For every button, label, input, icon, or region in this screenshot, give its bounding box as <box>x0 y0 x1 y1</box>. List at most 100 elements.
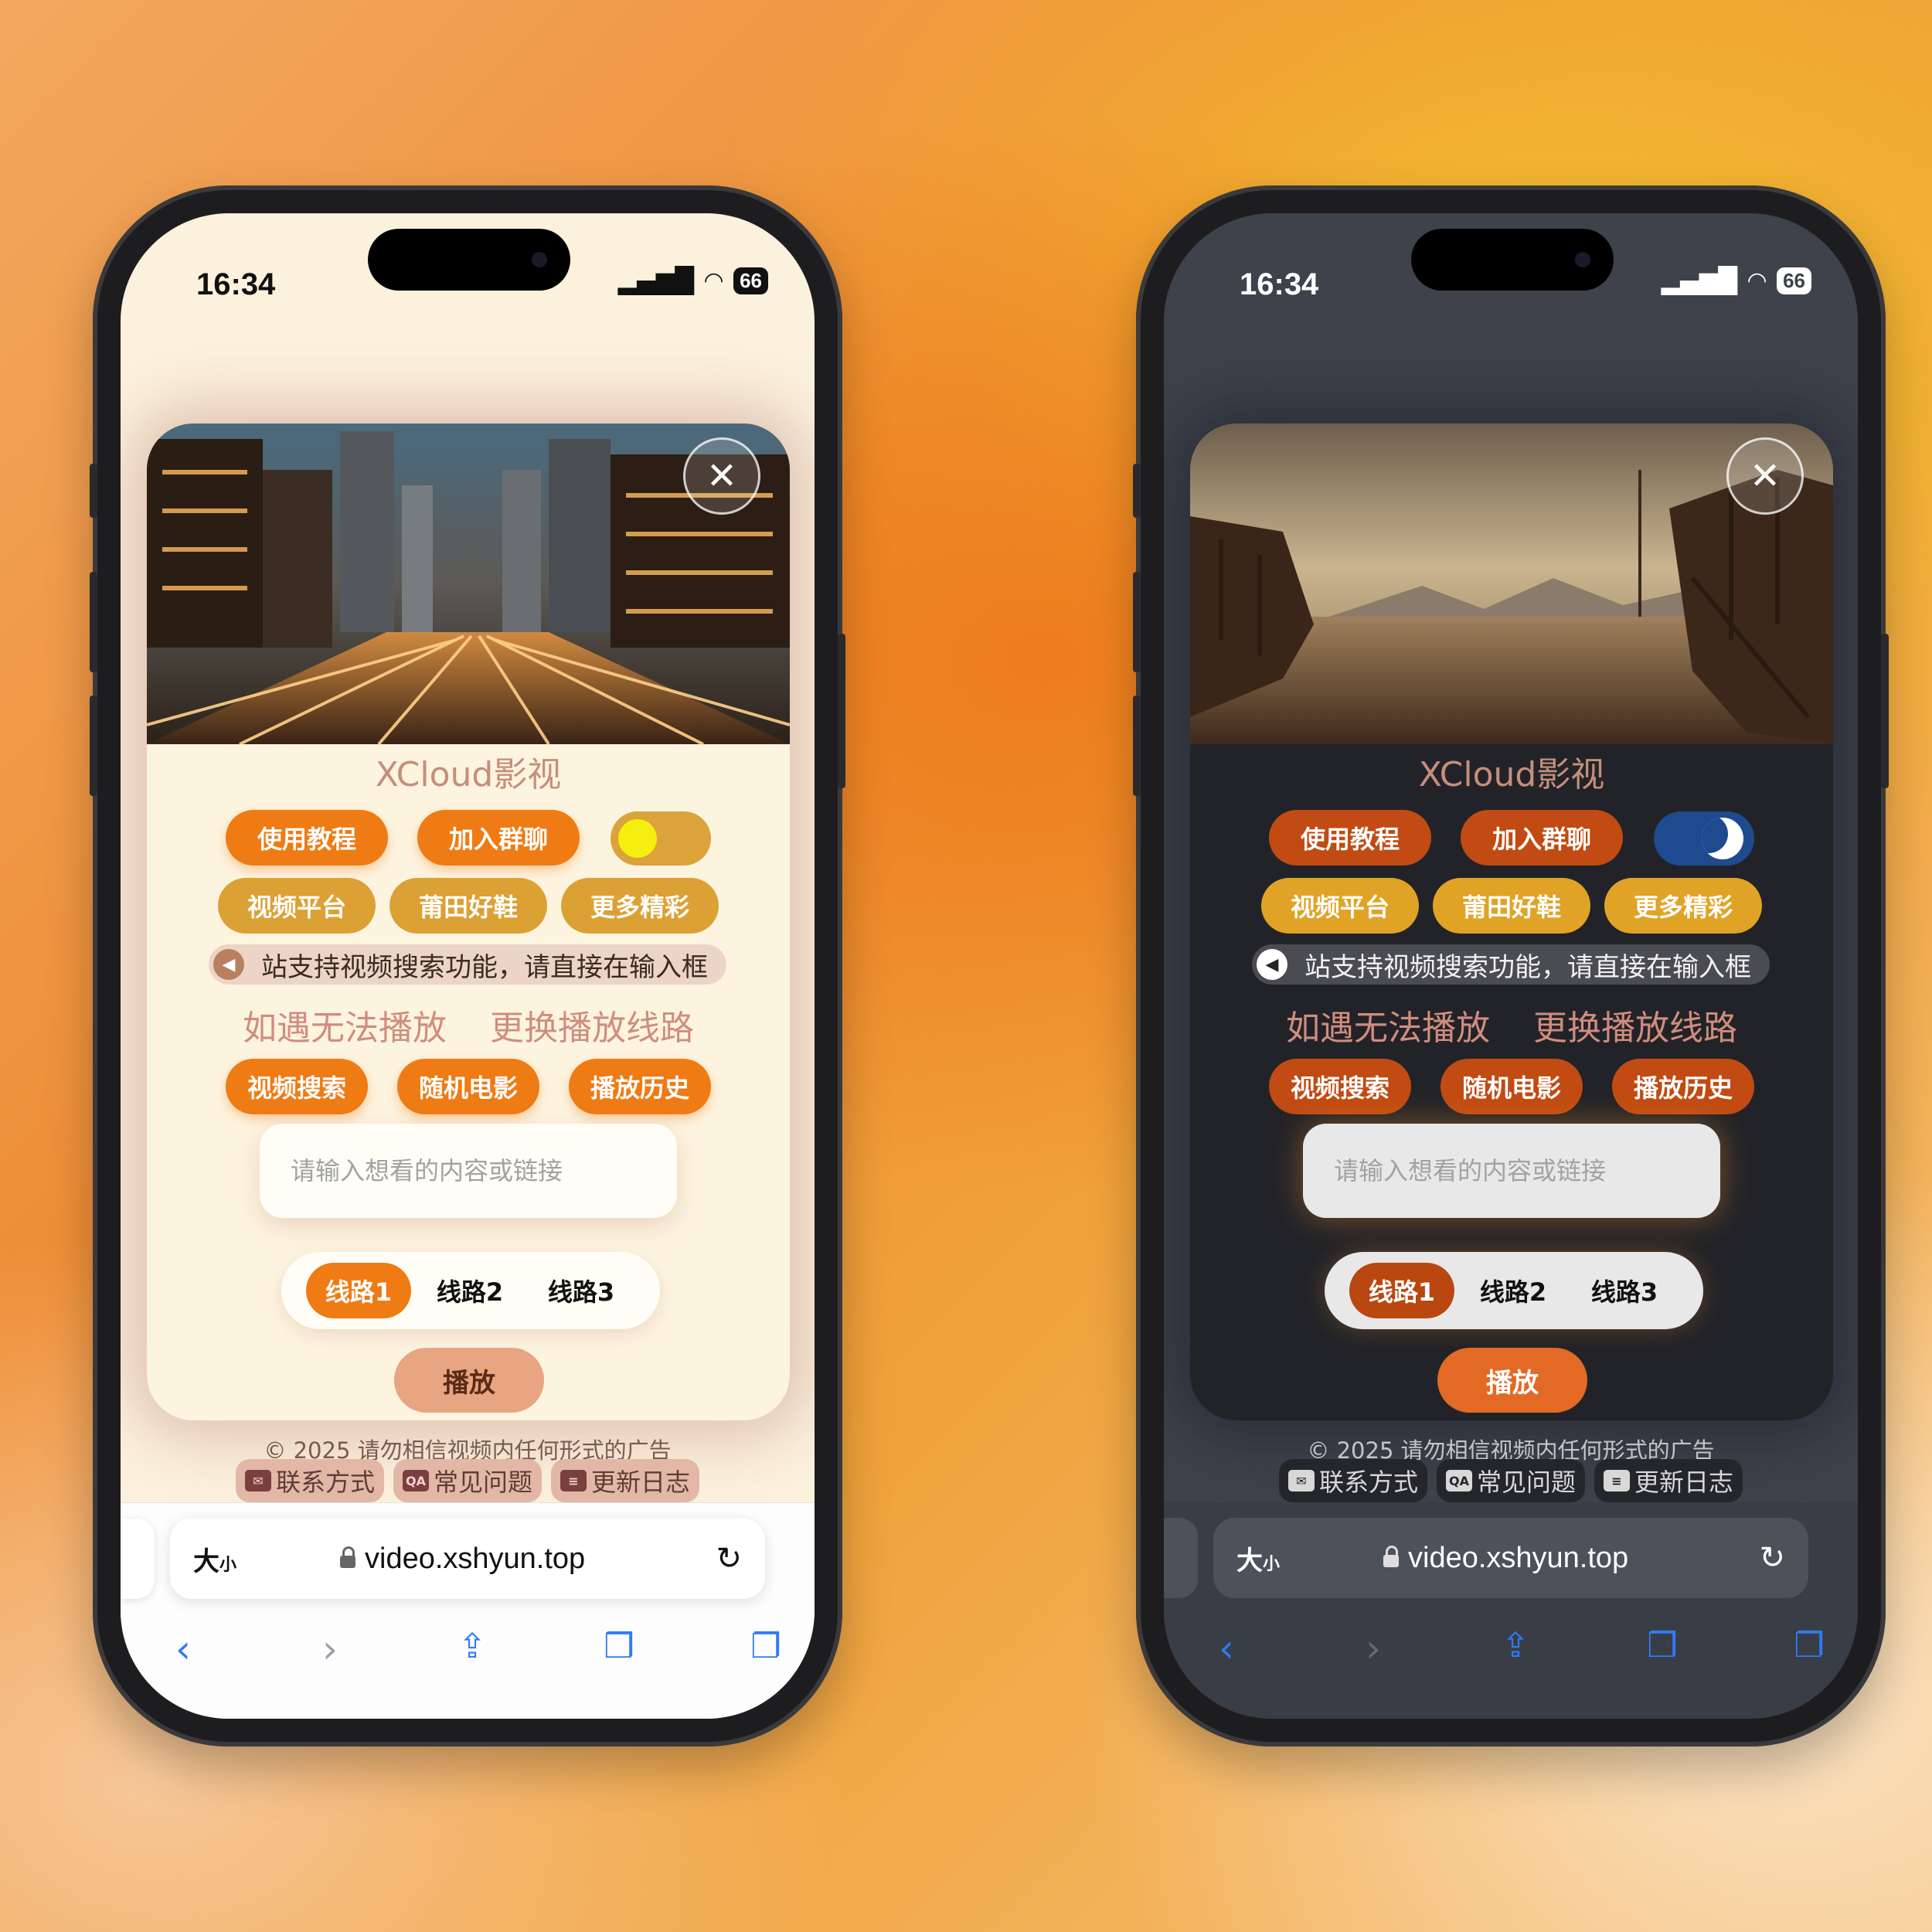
help-text: 如遇无法播放 更换播放线路 <box>1190 1000 1833 1049</box>
faq-link[interactable]: QA 常见问题 <box>1436 1459 1585 1502</box>
cellular-signal-icon: ▂▄▆█ <box>1661 266 1737 295</box>
reload-icon[interactable]: ↻ <box>1759 1540 1785 1576</box>
share-icon[interactable]: ⇪ <box>445 1627 499 1666</box>
video-search-button[interactable]: 视频搜索 <box>226 1059 368 1114</box>
camera-icon <box>532 252 547 267</box>
megaphone-icon: ◀ <box>213 949 244 980</box>
site-title: XCloud影视 <box>1418 755 1605 794</box>
address-bar[interactable]: 大小 video.xshyun.top ↻ <box>170 1519 765 1599</box>
changelog-label: 更新日志 <box>1634 1468 1734 1497</box>
video-search-button[interactable]: 视频搜索 <box>1269 1059 1411 1114</box>
text-size-large: 大 <box>193 1546 219 1577</box>
moon-icon <box>1702 818 1743 859</box>
url-text: video.xshyun.top <box>365 1542 586 1575</box>
putian-shoes-button[interactable]: 莆田好鞋 <box>1433 878 1590 934</box>
random-movie-button[interactable]: 随机电影 <box>1440 1059 1583 1114</box>
tabs-icon[interactable]: ❐ <box>1782 1626 1836 1665</box>
route-3-option[interactable]: 线路3 <box>1572 1263 1677 1318</box>
screen: 16:34 ▂▄▆█ ◠ 66 ✕ XCloud影视 使用教程 加入群聊 视频平… <box>121 213 815 1719</box>
changelog-link[interactable]: ≡ 更新日志 <box>1594 1459 1743 1502</box>
battery-icon: 66 <box>733 267 768 294</box>
theme-toggle[interactable] <box>1654 811 1754 866</box>
app-card: ✕ XCloud影视 使用教程 加入群聊 视频平台 莆田好鞋 更多精彩 ◀ 站支… <box>1190 423 1833 1420</box>
screen: 16:34 ▂▄▆█ ◠ 66 ✕ XCloud影视 使用教程 加入群聊 视频平… <box>1164 213 1858 1719</box>
route-2-option[interactable]: 线路2 <box>417 1263 522 1318</box>
route-selector: 线路1 线路2 线路3 <box>281 1252 660 1329</box>
more-button[interactable]: 更多精彩 <box>561 878 719 934</box>
site-logo-icon: ✕ <box>1726 437 1804 515</box>
camera-icon <box>1575 252 1590 267</box>
contact-link[interactable]: ✉ 联系方式 <box>235 1459 384 1502</box>
search-input[interactable] <box>260 1124 677 1218</box>
video-platform-button[interactable]: 视频平台 <box>1261 878 1419 934</box>
contact-link[interactable]: ✉ 联系方式 <box>1278 1459 1427 1502</box>
play-history-button[interactable]: 播放历史 <box>569 1059 711 1114</box>
log-icon: ≡ <box>1604 1470 1630 1492</box>
tabs-icon[interactable]: ❐ <box>739 1627 793 1666</box>
play-button[interactable]: 播放 <box>394 1348 544 1413</box>
site-logo-icon: ✕ <box>683 437 760 515</box>
more-button[interactable]: 更多精彩 <box>1604 878 1762 934</box>
back-icon[interactable]: ‹ <box>156 1627 210 1672</box>
share-icon[interactable]: ⇪ <box>1488 1626 1543 1665</box>
browser-toolbar: ‹ › ⇪ ❒ ❐ <box>121 1627 815 1689</box>
text-size-small: 小 <box>1263 1554 1281 1574</box>
action-button <box>90 464 97 518</box>
text-size-button[interactable]: 大小 <box>193 1540 236 1578</box>
contact-label: 联系方式 <box>1318 1468 1418 1497</box>
qa-icon: QA <box>1445 1470 1472 1492</box>
dynamic-island <box>368 229 570 291</box>
help-text: 如遇无法播放 更换播放线路 <box>147 1000 790 1049</box>
address-bar[interactable]: 大小 video.xshyun.top ↻ <box>1213 1518 1808 1598</box>
app-card: ✕ XCloud影视 使用教程 加入群聊 视频平台 莆田好鞋 更多精彩 ◀ 站支… <box>147 423 790 1420</box>
previous-tab-preview[interactable] <box>121 1519 155 1599</box>
back-icon[interactable]: ‹ <box>1199 1626 1253 1671</box>
play-button[interactable]: 播放 <box>1437 1348 1587 1413</box>
previous-tab-preview[interactable] <box>1164 1518 1198 1598</box>
qa-icon: QA <box>402 1470 429 1492</box>
url-display[interactable]: video.xshyun.top <box>1383 1542 1628 1575</box>
changelog-link[interactable]: ≡ 更新日志 <box>551 1459 700 1502</box>
video-platform-button[interactable]: 视频平台 <box>218 878 376 934</box>
lock-icon <box>340 1546 355 1568</box>
reload-icon[interactable]: ↻ <box>716 1541 742 1577</box>
browser-toolbar: ‹ › ⇪ ❒ ❐ <box>1164 1626 1858 1688</box>
tutorial-button[interactable]: 使用教程 <box>226 810 388 866</box>
route-1-option[interactable]: 线路1 <box>306 1263 411 1318</box>
route-1-option[interactable]: 线路1 <box>1349 1263 1454 1318</box>
help-text-switch-route: 更换播放线路 <box>1533 1009 1737 1048</box>
battery-icon: 66 <box>1777 267 1811 294</box>
bookmarks-icon[interactable]: ❒ <box>592 1627 646 1666</box>
search-input[interactable] <box>1303 1124 1720 1218</box>
footer-links: ✉ 联系方式 QA 常见问题 ≡ 更新日志 <box>121 1459 815 1502</box>
notice-text: 站支持视频搜索功能，请直接在输入框 <box>1304 951 1751 983</box>
route-2-option[interactable]: 线路2 <box>1461 1263 1566 1318</box>
volume-up-button <box>90 572 97 672</box>
status-bar: 16:34 ▂▄▆█ ◠ 66 <box>1164 213 1858 321</box>
action-button <box>1133 464 1141 518</box>
faq-link[interactable]: QA 常见问题 <box>393 1459 542 1502</box>
notice-text: 站支持视频搜索功能，请直接在输入框 <box>261 951 708 983</box>
forward-icon[interactable]: › <box>1346 1626 1400 1671</box>
join-group-button[interactable]: 加入群聊 <box>1461 810 1623 866</box>
putian-shoes-button[interactable]: 莆田好鞋 <box>389 878 547 934</box>
volume-down-button <box>90 696 97 796</box>
theme-toggle[interactable] <box>611 811 711 866</box>
cellular-signal-icon: ▂▄▆█ <box>617 266 694 295</box>
url-display[interactable]: video.xshyun.top <box>340 1543 585 1576</box>
power-button <box>1881 634 1889 788</box>
volume-up-button <box>1133 572 1141 672</box>
bookmarks-icon[interactable]: ❒ <box>1635 1626 1689 1665</box>
safari-bottom-bar: 大小 video.xshyun.top ↻ ‹ › ⇪ ❒ ❐ <box>121 1502 815 1719</box>
join-group-button[interactable]: 加入群聊 <box>417 810 580 866</box>
random-movie-button[interactable]: 随机电影 <box>397 1059 539 1114</box>
log-icon: ≡ <box>560 1470 587 1492</box>
mail-icon: ✉ <box>1287 1470 1315 1492</box>
tutorial-button[interactable]: 使用教程 <box>1269 810 1431 866</box>
route-selector: 线路1 线路2 线路3 <box>1325 1252 1703 1329</box>
route-3-option[interactable]: 线路3 <box>529 1263 634 1318</box>
text-size-button[interactable]: 大小 <box>1236 1539 1280 1577</box>
play-history-button[interactable]: 播放历史 <box>1612 1059 1754 1114</box>
help-text-cannot-play: 如遇无法播放 <box>1286 1009 1490 1048</box>
forward-icon[interactable]: › <box>303 1627 357 1672</box>
